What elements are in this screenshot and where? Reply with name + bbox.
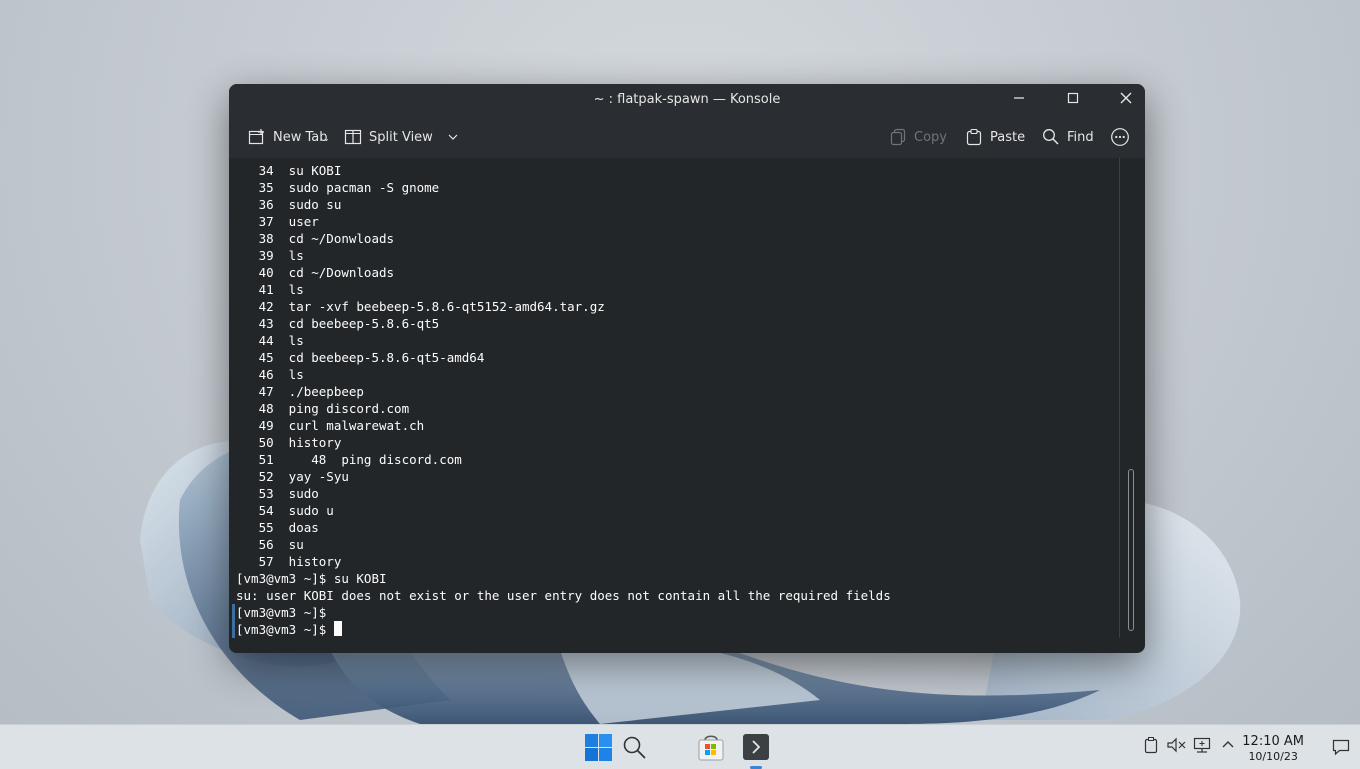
terminal-line: 45 cd beebeep-5.8.6-qt5-amd64 [236, 350, 485, 365]
title-bar[interactable]: ~ : flatpak-spawn — Konsole [229, 84, 1145, 116]
terminal-line: 57 history [236, 554, 342, 569]
konsole-window: ~ : flatpak-spawn — Konsole New Tab ⌄ Sp… [229, 84, 1145, 653]
paste-button[interactable]: Paste [965, 124, 1025, 150]
toolbar: New Tab ⌄ Split View Copy Paste Find [229, 116, 1145, 158]
clock-date: 10/10/23 [1248, 750, 1298, 763]
copy-icon [890, 128, 906, 146]
terminal-line: 55 doas [236, 520, 319, 535]
terminal-line: [vm3@vm3 ~]$ [236, 605, 327, 620]
split-view-button[interactable]: Split View [344, 124, 460, 150]
terminal-line: 51 48 ping discord.com [236, 452, 462, 467]
terminal-line: 49 curl malwarewat.ch [236, 418, 425, 433]
more-options-button[interactable] [1110, 124, 1130, 150]
terminal-line: 47 ./beepbeep [236, 384, 364, 399]
terminal-line: 41 ls [236, 282, 304, 297]
terminal-prompt-line[interactable]: [vm3@vm3 ~]$ [236, 621, 342, 638]
scrollbar-thumb[interactable] [1128, 469, 1134, 631]
start-button[interactable] [585, 734, 612, 765]
new-tab-label: New Tab [273, 129, 328, 145]
terminal-line: 50 history [236, 435, 342, 450]
search-icon [623, 736, 646, 759]
store-icon [698, 735, 724, 761]
clock[interactable]: 12:10 AM 10/10/23 [1242, 734, 1304, 763]
terminal-output[interactable]: 34 su KOBI 35 sudo pacman -S gnome 36 su… [229, 158, 1129, 653]
maximize-button[interactable] [1053, 84, 1093, 112]
terminal-line: 35 sudo pacman -S gnome [236, 180, 440, 195]
new-tab-button[interactable]: New Tab ⌄ [248, 124, 330, 150]
search-button[interactable] [622, 735, 648, 765]
chevron-up-icon[interactable] [1220, 737, 1236, 757]
terminal-line: 34 su KOBI [236, 163, 342, 178]
maximize-icon [1067, 92, 1079, 104]
find-label: Find [1067, 129, 1094, 145]
terminal-line: 46 ls [236, 367, 304, 382]
network-icon[interactable] [1192, 736, 1212, 758]
system-tray [1142, 725, 1236, 769]
close-icon [1120, 92, 1132, 104]
prompt-marker [232, 604, 235, 621]
new-tab-icon [248, 129, 264, 145]
terminal-line: 36 sudo su [236, 197, 342, 212]
notifications-button[interactable] [1332, 738, 1350, 760]
prompt-marker [232, 621, 235, 638]
terminal-line: 39 ls [236, 248, 304, 263]
terminal-line: 44 ls [236, 333, 304, 348]
terminal-line: [vm3@vm3 ~]$ su KOBI [236, 571, 387, 586]
minimize-button[interactable] [999, 84, 1039, 112]
split-view-label: Split View [369, 129, 433, 145]
paste-icon [966, 128, 982, 146]
paste-label: Paste [990, 129, 1026, 145]
terminal-line: 53 sudo [236, 486, 319, 501]
clipboard-icon[interactable] [1142, 736, 1160, 758]
chevron-down-icon [448, 134, 458, 140]
volume-muted-icon[interactable] [1166, 736, 1186, 758]
store-button[interactable] [696, 732, 726, 766]
terminal-line: 38 cd ~/Donwloads [236, 231, 395, 246]
terminal-line: 48 ping discord.com [236, 401, 410, 416]
scrollbar-separator [1119, 158, 1120, 638]
terminal-icon [743, 734, 769, 760]
terminal-line: su: user KOBI does not exist or the user… [236, 588, 891, 603]
terminal-line: 37 user [236, 214, 319, 229]
close-button[interactable] [1106, 84, 1145, 112]
terminal-line: 52 yay -Syu [236, 469, 349, 484]
text-cursor [333, 621, 342, 636]
notification-icon [1332, 739, 1350, 756]
terminal-line: 40 cd ~/Downloads [236, 265, 395, 280]
terminal-line: 56 su [236, 537, 304, 552]
find-button[interactable]: Find [1042, 124, 1094, 150]
chevron-down-icon: ⌄ [323, 134, 330, 143]
clock-time: 12:10 AM [1242, 734, 1304, 749]
more-icon [1111, 128, 1129, 146]
windows-start-icon [585, 734, 612, 761]
split-view-icon [344, 129, 362, 145]
copy-button[interactable]: Copy [889, 124, 947, 150]
terminal-line: 54 sudo u [236, 503, 334, 518]
konsole-taskbar-button[interactable] [741, 732, 771, 769]
terminal-line: 43 cd beebeep-5.8.6-qt5 [236, 316, 440, 331]
taskbar: 12:10 AM 10/10/23 [0, 724, 1360, 769]
copy-label: Copy [914, 129, 947, 145]
prompt-text: [vm3@vm3 ~]$ [236, 622, 334, 637]
minimize-icon [1014, 97, 1024, 99]
terminal-line: 42 tar -xvf beebeep-5.8.6-qt5152-amd64.t… [236, 299, 605, 314]
search-icon [1043, 129, 1059, 145]
